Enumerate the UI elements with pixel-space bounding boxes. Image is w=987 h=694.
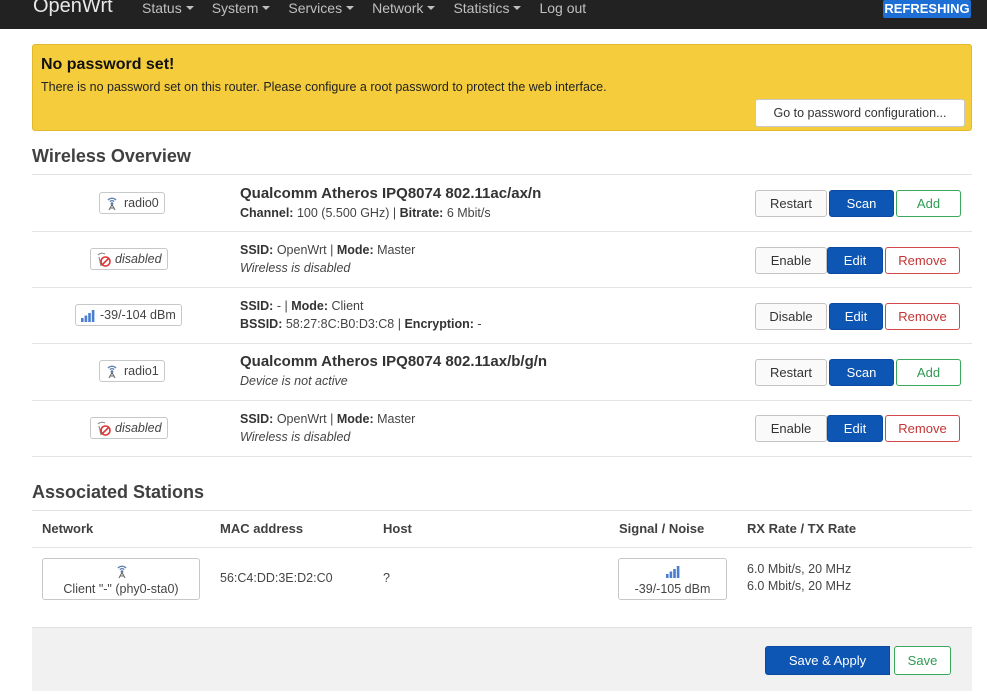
station-signal-value: -39/-105 dBm [634,582,711,596]
save-button[interactable]: Save [894,646,951,675]
wireless-table: radio0 Qualcomm Atheros IPQ8074 802.11ac… [32,174,972,457]
caret-down-icon [185,6,194,11]
scan-button[interactable]: Scan [829,359,894,386]
network-details: SSID: OpenWrt | Mode: Master [240,412,416,426]
wireless-row-network: disabled SSID: OpenWrt | Mode: Master Wi… [32,401,972,457]
stations-table-header: Network MAC address Host Signal / Noise … [32,510,972,548]
wireless-row-radio0: radio0 Qualcomm Atheros IPQ8074 802.11ac… [32,175,972,232]
main-menu: Status System Services Network Statistic… [142,0,604,22]
radio-antenna-icon [104,363,120,379]
password-config-button[interactable]: Go to password configuration... [755,99,965,127]
wireless-row-radio1: radio1 Qualcomm Atheros IPQ8074 802.11ax… [32,344,972,401]
radio0-badge: radio0 [99,192,165,214]
radio-antenna-icon [114,563,130,579]
station-signal-box: -39/-105 dBm [618,558,727,600]
menu-status[interactable]: Status [142,0,194,22]
edit-button[interactable]: Edit [829,303,883,330]
wifi-disabled-icon [95,251,111,267]
remove-button[interactable]: Remove [885,247,960,274]
network-details: SSID: OpenWrt | Mode: Master [240,243,416,257]
station-host: ? [383,571,390,585]
top-navbar: OpenWrt Status System Services Network S… [0,0,987,29]
network-details: SSID: - | Mode: Client [240,299,364,313]
caret-down-icon [262,6,271,11]
station-tx-rate: 6.0 Mbit/s, 20 MHz [747,579,852,593]
password-warning-alert: No password set! There is no password se… [32,44,972,131]
add-button[interactable]: Add [896,190,961,217]
restart-button[interactable]: Restart [755,359,827,386]
station-network-box: Client "-" (phy0-sta0) [42,558,200,600]
device-title: Qualcomm Atheros IPQ8074 802.11ac/ax/n [240,185,542,202]
enable-button[interactable]: Enable [755,247,827,274]
disable-button[interactable]: Disable [755,303,827,330]
radio1-badge: radio1 [99,360,165,382]
signal-badge: -39/-104 dBm [75,304,182,326]
network-bssid: BSSID: 58:27:8C:B0:D3:C8 | Encryption: - [240,317,482,331]
edit-button[interactable]: Edit [827,247,883,274]
station-row: Client "-" (phy0-sta0) 56:C4:DD:3E:D2:C0… [32,548,972,627]
menu-logout[interactable]: Log out [539,0,586,22]
wireless-row-client: -39/-104 dBm SSID: - | Mode: Client BSSI… [32,288,972,344]
caret-down-icon [346,6,355,11]
disabled-badge: disabled [90,417,168,439]
device-status: Device is not active [240,374,348,388]
network-status: Wireless is disabled [240,430,351,444]
associated-stations-heading: Associated Stations [32,482,205,502]
alert-text: There is no password set on this router.… [41,80,607,94]
column-rx-tx-rate: RX Rate / TX Rate [747,521,857,536]
column-signal-noise: Signal / Noise [619,521,705,536]
wireless-overview-heading: Wireless Overview [32,146,191,166]
radio-antenna-icon [104,195,120,211]
menu-statistics[interactable]: Statistics [453,0,522,22]
save-apply-button[interactable]: Save & Apply [765,646,890,675]
station-rx-rate: 6.0 Mbit/s, 20 MHz [747,562,852,576]
restart-button[interactable]: Restart [755,190,827,217]
wifi-disabled-icon [95,420,111,436]
enable-button[interactable]: Enable [755,415,827,442]
caret-down-icon [427,6,436,11]
refreshing-indicator[interactable]: REFRESHING [883,0,971,18]
menu-system[interactable]: System [212,0,271,22]
station-network-label: Client "-" (phy0-sta0) [63,582,179,596]
scan-button[interactable]: Scan [829,190,894,217]
edit-button[interactable]: Edit [827,415,883,442]
device-details: Channel: 100 (5.500 GHz) | Bitrate: 6 Mb… [240,206,491,220]
brand-logo[interactable]: OpenWrt [33,0,113,18]
page-footer-actions: Save & Apply Save [32,627,972,691]
menu-network[interactable]: Network [372,0,436,22]
signal-strength-icon [665,563,681,579]
remove-button[interactable]: Remove [885,303,960,330]
remove-button[interactable]: Remove [885,415,960,442]
column-network: Network [42,521,94,536]
wireless-row-network: disabled SSID: OpenWrt | Mode: Master Wi… [32,232,972,288]
device-title: Qualcomm Atheros IPQ8074 802.11ax/b/g/n [240,353,548,370]
column-mac-address: MAC address [220,521,304,536]
menu-services[interactable]: Services [288,0,355,22]
disabled-badge: disabled [90,248,168,270]
network-status: Wireless is disabled [240,261,351,275]
caret-down-icon [513,6,522,11]
add-button[interactable]: Add [896,359,961,386]
alert-title: No password set! [41,56,175,73]
column-host: Host [383,521,412,536]
signal-strength-icon [80,307,96,323]
station-mac: 56:C4:DD:3E:D2:C0 [220,571,333,585]
